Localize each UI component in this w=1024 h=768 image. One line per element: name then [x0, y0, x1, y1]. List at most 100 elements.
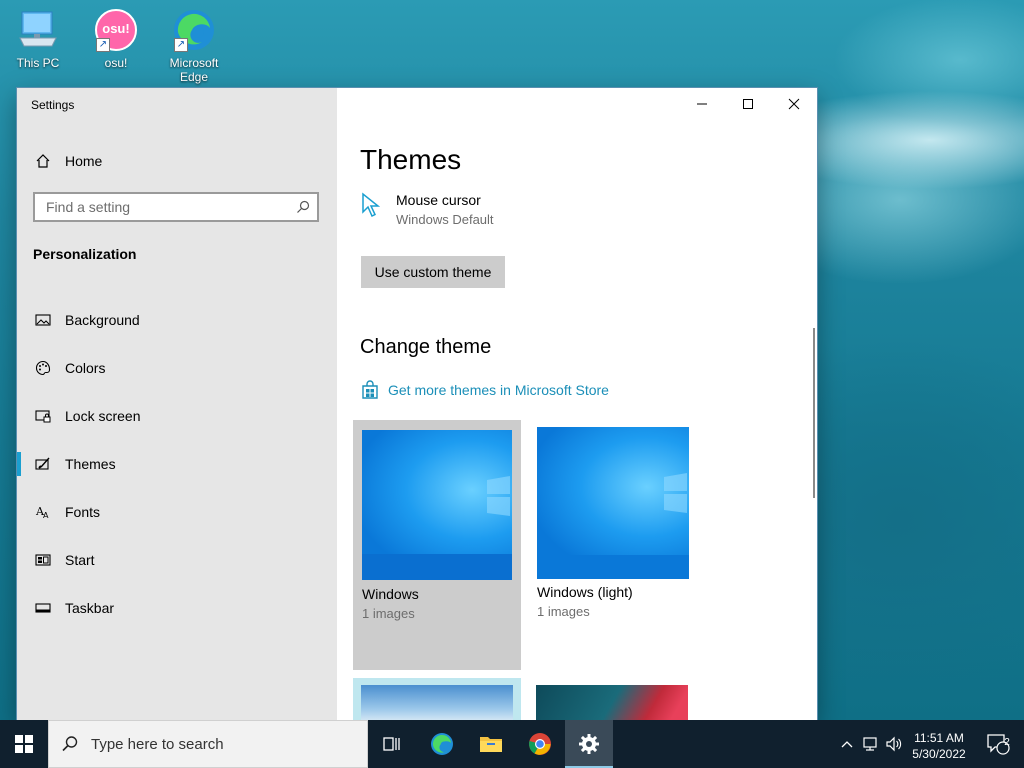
action-center-button[interactable]: 2: [978, 720, 1018, 768]
sidebar-item-label: Colors: [65, 360, 106, 376]
computer-icon: [16, 8, 60, 52]
taskbar-search-box[interactable]: Type here to search: [48, 720, 368, 768]
sidebar-item-label: Home: [65, 153, 103, 169]
sidebar-item-label: Themes: [65, 456, 116, 472]
clock-time: 11:51 AM: [914, 731, 964, 745]
theme-name: Windows (light): [537, 584, 633, 600]
mouse-cursor-icon: [360, 192, 382, 227]
task-view-button[interactable]: [368, 720, 416, 768]
windows-logo-icon: [537, 473, 689, 579]
sidebar-nav: Background Colors Lock screen Themes A A…: [17, 296, 337, 632]
taskbar: Type here to search 11:51 AM 5/30/2022 2: [0, 720, 1024, 768]
maximize-button[interactable]: [725, 88, 771, 120]
taskbar-edge-button[interactable]: [418, 720, 466, 768]
change-theme-heading: Change theme: [360, 336, 492, 358]
chevron-up-icon: [841, 741, 853, 748]
themes-page: Themes Mouse cursor Windows Default Use …: [337, 88, 817, 720]
mouse-cursor-value: Windows Default: [396, 212, 494, 227]
sidebar-item-fonts[interactable]: AA Fonts: [17, 488, 337, 536]
taskbar-search-placeholder: Type here to search: [91, 735, 224, 753]
find-setting-box[interactable]: [33, 192, 319, 222]
close-icon: [788, 98, 800, 110]
desktop-icon-osu[interactable]: osu! ↗ osu!: [84, 8, 148, 70]
theme-thumbnail: [537, 427, 689, 579]
gear-icon: [579, 734, 599, 754]
section-heading: Personalization: [33, 246, 137, 262]
sidebar-item-background[interactable]: Background: [17, 296, 337, 344]
mouse-cursor-title: Mouse cursor: [396, 192, 481, 208]
sidebar-item-start[interactable]: Start: [17, 536, 337, 584]
theme-thumbnail: [361, 685, 513, 720]
sidebar-item-label: Taskbar: [65, 600, 115, 616]
clock-date: 5/30/2022: [912, 747, 966, 761]
windows-logo-icon: [362, 476, 512, 580]
shortcut-arrow-icon: ↗: [174, 38, 188, 52]
settings-window: Settings Home Personalization Background: [17, 88, 817, 720]
task-view-icon: [383, 737, 400, 751]
find-setting-input[interactable]: [44, 198, 295, 216]
scrollbar[interactable]: [813, 328, 815, 498]
themes-icon: [33, 454, 53, 474]
minimize-button[interactable]: [679, 88, 725, 120]
folder-icon: [480, 737, 502, 752]
palette-icon: [33, 358, 53, 378]
theme-card-partial-2[interactable]: [536, 685, 688, 720]
windows-start-icon: [15, 735, 33, 753]
taskbar-chrome-button[interactable]: [516, 720, 564, 768]
sidebar-item-label: Start: [65, 552, 95, 568]
taskbar-settings-button[interactable]: [565, 720, 613, 768]
sidebar-item-home[interactable]: Home: [17, 146, 337, 176]
page-title: Themes: [360, 144, 462, 175]
start-button[interactable]: [0, 720, 48, 768]
sidebar-item-themes[interactable]: Themes: [17, 440, 337, 488]
osu-icon: osu! ↗: [94, 8, 138, 52]
theme-card-windows-light[interactable]: Windows (light) 1 images: [528, 418, 696, 628]
show-hidden-icons-button[interactable]: [836, 720, 858, 768]
theme-name: Windows: [362, 586, 419, 602]
desktop-icon-this-pc[interactable]: This PC: [6, 8, 70, 70]
notification-count: 2: [1004, 737, 1010, 748]
shortcut-arrow-icon: ↗: [96, 38, 110, 52]
theme-image-count: 1 images: [537, 604, 590, 619]
chrome-icon: [529, 733, 551, 755]
sidebar-item-lock-screen[interactable]: Lock screen: [17, 392, 337, 440]
theme-image-count: 1 images: [362, 606, 415, 621]
desktop-icon-label: osu!: [104, 56, 128, 70]
edge-icon: [431, 733, 453, 755]
theme-thumbnail: [362, 430, 512, 580]
sidebar-item-label: Fonts: [65, 504, 101, 520]
store-link-label: Get more themes in Microsoft Store: [388, 382, 609, 398]
close-button[interactable]: [771, 88, 817, 120]
lock-screen-icon: [33, 406, 53, 426]
desktop-icon-label: Microsoft Edge: [169, 56, 219, 84]
fonts-icon: AA: [33, 502, 53, 522]
home-icon: [33, 151, 53, 171]
edge-icon: ↗: [172, 8, 216, 52]
taskbar-file-explorer-button[interactable]: [467, 720, 515, 768]
network-icon: [863, 737, 877, 751]
taskbar-icon: [33, 598, 53, 618]
store-icon: [360, 380, 380, 400]
search-icon: [295, 199, 311, 215]
sidebar: Settings Home Personalization Background: [17, 88, 337, 720]
search-icon: [62, 736, 78, 752]
taskbar-clock[interactable]: 11:51 AM 5/30/2022: [900, 730, 978, 762]
sidebar-item-taskbar[interactable]: Taskbar: [17, 584, 337, 632]
mouse-cursor-setting[interactable]: Mouse cursor Windows Default: [360, 192, 494, 227]
picture-icon: [33, 310, 53, 330]
maximize-icon: [743, 99, 753, 109]
sidebar-item-label: Lock screen: [65, 408, 141, 424]
start-icon: [33, 550, 53, 570]
minimize-icon: [697, 103, 707, 105]
microsoft-store-link[interactable]: Get more themes in Microsoft Store: [360, 380, 609, 400]
sidebar-item-colors[interactable]: Colors: [17, 344, 337, 392]
osu-logo-text: osu!: [102, 21, 130, 36]
network-button[interactable]: [860, 720, 882, 768]
svg-text:A: A: [43, 511, 49, 520]
desktop-icon-label: This PC: [16, 56, 60, 70]
window-title: Settings: [31, 98, 75, 112]
desktop-icon-edge[interactable]: ↗ Microsoft Edge: [162, 8, 226, 84]
theme-card-windows[interactable]: Windows 1 images: [353, 420, 521, 670]
theme-card-partial-1[interactable]: [353, 678, 521, 720]
use-custom-theme-button[interactable]: Use custom theme: [361, 256, 505, 288]
